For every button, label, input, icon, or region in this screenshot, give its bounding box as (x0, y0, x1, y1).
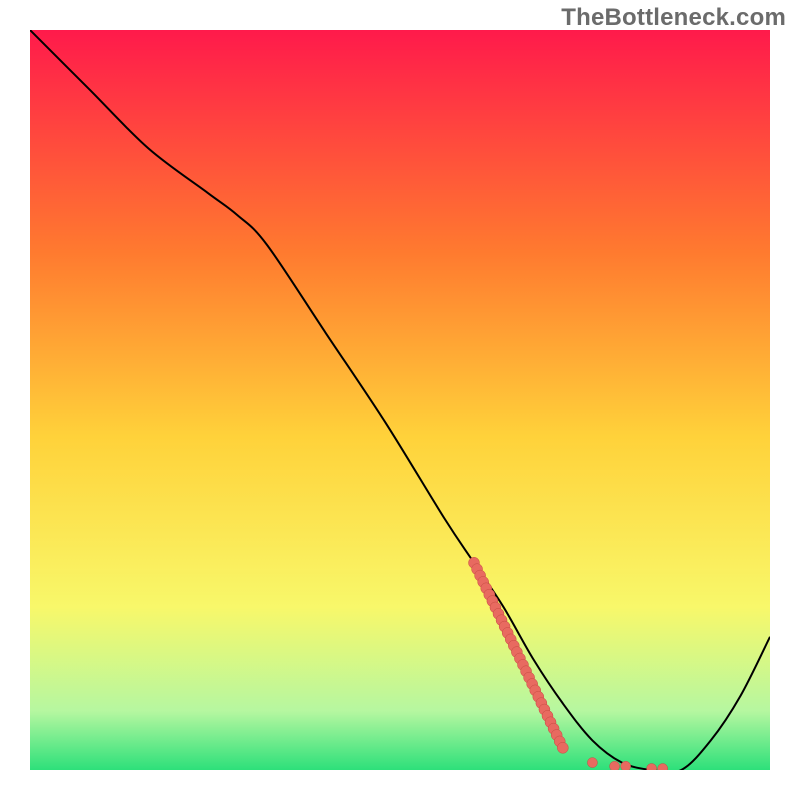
highlight-dot (621, 761, 631, 770)
watermark-text: TheBottleneck.com (561, 4, 786, 32)
highlight-dot (557, 742, 568, 753)
plot-svg (30, 30, 770, 770)
chart-stage: TheBottleneck.com (0, 0, 800, 800)
highlight-dot (610, 761, 620, 770)
highlight-dot (587, 758, 597, 768)
plot-area (30, 30, 770, 770)
